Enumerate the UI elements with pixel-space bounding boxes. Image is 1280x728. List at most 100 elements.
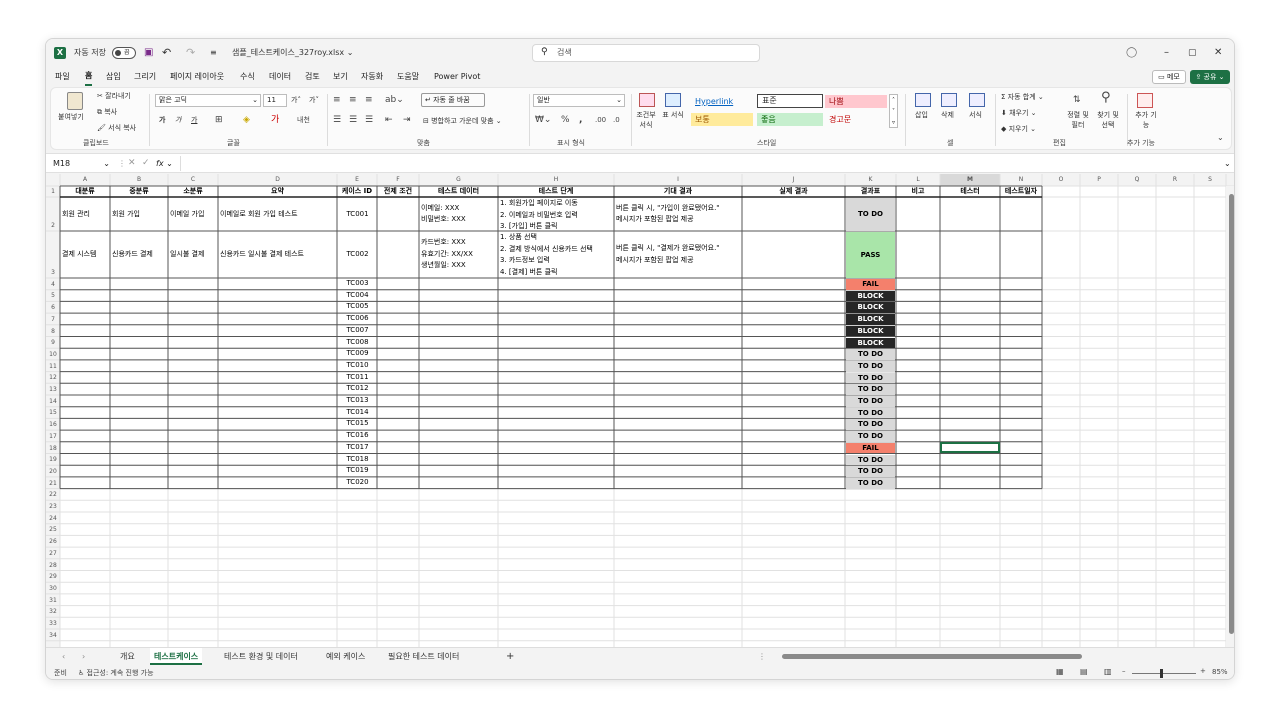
status-badge[interactable]: FAIL (846, 279, 895, 290)
cell-style-neutral[interactable]: 보통 (691, 113, 753, 126)
zoom-slider[interactable] (1132, 669, 1196, 678)
autosum-button[interactable]: Σ 자동 합계 ⌄ (1001, 92, 1044, 102)
styles-scroll[interactable]: ˄ ˅ ▿ (889, 94, 898, 128)
column-header-letter[interactable]: P (1080, 175, 1118, 185)
delete-cells-button[interactable]: 삭제 (941, 110, 954, 120)
row-number[interactable]: 10 (46, 350, 60, 360)
clear-button[interactable]: ◆ 지우기 ⌄ (1001, 124, 1036, 134)
column-header-letter[interactable]: E (337, 175, 377, 185)
status-badge[interactable]: TO DO (846, 466, 895, 477)
cell-e[interactable]: TC016 (339, 430, 376, 442)
italic-button[interactable]: 가 (175, 115, 181, 125)
cell-e[interactable]: TC020 (339, 477, 376, 489)
menu-help[interactable]: 도움말 (397, 67, 419, 87)
addins-button[interactable]: 추가 기능 (1135, 110, 1157, 130)
spreadsheet-grid[interactable]: A B C D E F G H I J K L M N O P Q R S 1 2 3 4 5 6 7 8 9 10 11 12 13 14 15… (46, 174, 1234, 652)
status-badge[interactable]: TO DO (846, 198, 895, 231)
cell-style-warning[interactable]: 경고문 (825, 113, 887, 126)
row-number[interactable]: 3 (46, 268, 60, 278)
cell-e[interactable]: TC001 (339, 197, 376, 231)
tab-scroll-left-icon[interactable]: ‹ (58, 648, 69, 665)
column-header-letter[interactable]: K (845, 175, 896, 185)
row-number[interactable]: 6 (46, 303, 60, 313)
horizontal-scrollbar[interactable] (774, 654, 1220, 660)
menu-draw[interactable]: 그리기 (134, 67, 156, 87)
addins-icon[interactable] (1137, 93, 1153, 108)
minimize-icon[interactable]: – (1164, 39, 1169, 67)
cell-e[interactable]: TC014 (339, 407, 376, 419)
comma-icon[interactable]: , (579, 114, 582, 126)
row-number[interactable]: 19 (46, 455, 60, 465)
cell-style-hyperlink[interactable]: Hyperlink (691, 95, 753, 108)
zoom-in-icon[interactable]: + (1200, 667, 1206, 675)
format-cells-icon[interactable] (969, 93, 985, 107)
row-number[interactable]: 33 (46, 619, 60, 629)
align-left-icon[interactable]: ☰ (333, 114, 341, 126)
increase-font-icon[interactable]: 가˄ (291, 95, 301, 105)
tab-test-environment[interactable]: 테스트 환경 및 데이터 (220, 648, 302, 665)
file-name[interactable]: 샘플_테스트케이스_327roy.xlsx ⌄ (232, 39, 353, 67)
cell-e[interactable]: TC013 (339, 395, 376, 407)
tab-required-data[interactable]: 필요한 테스트 데이터 (384, 648, 463, 665)
cell-e[interactable]: TC002 (339, 231, 376, 278)
column-header-letter[interactable]: I (614, 175, 742, 185)
cell-b[interactable]: 회원 가입 (112, 197, 167, 231)
cell-style-normal[interactable]: 표준 (757, 94, 823, 108)
sort-filter-button[interactable]: 정렬 및 필터 (1063, 110, 1093, 130)
row-number[interactable]: 14 (46, 397, 60, 407)
row-number[interactable]: 21 (46, 479, 60, 489)
row-number[interactable]: 25 (46, 525, 60, 535)
status-badge[interactable]: BLOCK (846, 302, 895, 314)
row-number[interactable]: 8 (46, 327, 60, 337)
cell-e[interactable]: TC010 (339, 360, 376, 372)
status-badge[interactable]: BLOCK (846, 337, 895, 349)
cut-button[interactable]: ✂ 잘라내기 (97, 91, 131, 101)
row-number[interactable]: 20 (46, 467, 60, 477)
cell-c[interactable]: 이메일 가입 (170, 197, 217, 231)
row-number[interactable]: 9 (46, 338, 60, 348)
confirm-icon[interactable]: ✓ (142, 156, 150, 171)
row-number[interactable]: 13 (46, 385, 60, 395)
row-number[interactable]: 27 (46, 549, 60, 559)
find-select-icon[interactable]: ⚲ (1101, 91, 1111, 104)
status-badge[interactable]: BLOCK (846, 290, 895, 302)
format-cells-button[interactable]: 서식 (969, 110, 982, 120)
cell-style-good[interactable]: 좋음 (757, 113, 823, 126)
align-middle-icon[interactable]: ≡ (349, 94, 357, 106)
indent-icon[interactable]: ⇥ (403, 114, 411, 126)
column-header-letter[interactable]: N (1000, 175, 1042, 185)
status-badge[interactable]: TO DO (846, 372, 895, 384)
status-badge[interactable]: TO DO (846, 431, 895, 442)
format-as-table-button[interactable]: 표 서식 (661, 110, 685, 120)
page-break-view-icon[interactable]: ▥ (1104, 667, 1112, 676)
zoom-level[interactable]: 85% (1212, 668, 1228, 676)
row-number[interactable]: 22 (46, 490, 60, 500)
row-number[interactable]: 30 (46, 584, 60, 594)
row-number[interactable]: 7 (46, 315, 60, 325)
cell-d[interactable]: 이메일로 회원 가입 테스트 (220, 197, 336, 231)
accessibility-status[interactable]: ♿ 접근성: 계속 진행 가능 (78, 668, 154, 678)
quick-access-menu-icon[interactable]: ≡ (210, 39, 217, 67)
column-header-letter[interactable]: H (498, 175, 614, 185)
align-top-icon[interactable]: ≡ (333, 94, 341, 106)
row-number[interactable]: 31 (46, 596, 60, 606)
phonetic-icon[interactable]: 내천 (297, 114, 310, 126)
share-button[interactable]: ⇪ 공유 ⌄ (1190, 70, 1230, 84)
percent-icon[interactable]: % (561, 114, 570, 126)
align-right-icon[interactable]: ☰ (365, 114, 373, 126)
cell-e[interactable]: TC011 (339, 372, 376, 384)
menu-data[interactable]: 데이터 (269, 67, 291, 87)
column-header-letter[interactable]: L (896, 175, 940, 185)
selected-cell[interactable] (940, 441, 1000, 454)
column-header-letter[interactable]: G (419, 175, 498, 185)
font-name-select[interactable]: 맑은 고딕 ⌄ (155, 94, 261, 107)
zoom-out-icon[interactable]: – (1122, 667, 1126, 675)
orientation-icon[interactable]: ab⌄ (385, 94, 404, 106)
normal-view-icon[interactable]: ▦ (1056, 667, 1064, 676)
close-icon[interactable]: ✕ (1214, 39, 1222, 67)
cell-e[interactable]: TC003 (339, 278, 376, 290)
cell-e[interactable]: TC019 (339, 465, 376, 477)
cancel-icon[interactable]: ✕ (128, 156, 136, 171)
formula-input[interactable] (184, 156, 1220, 171)
insert-cells-icon[interactable] (915, 93, 931, 107)
